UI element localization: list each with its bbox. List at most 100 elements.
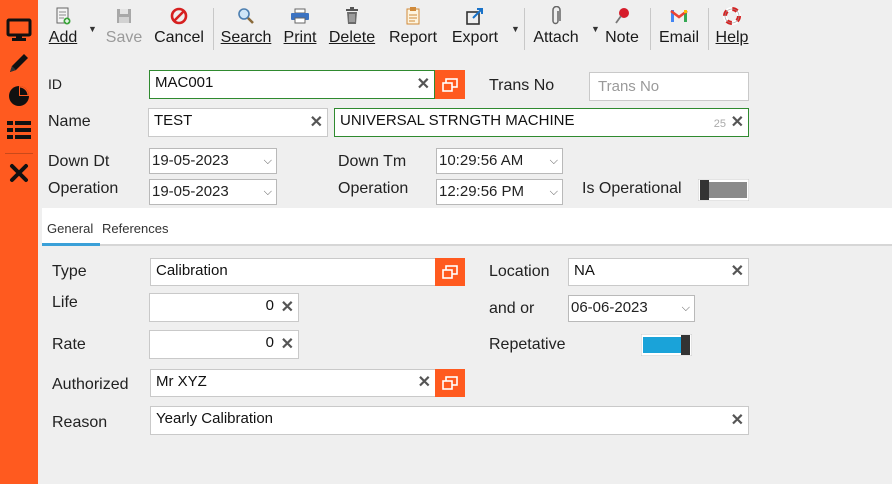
tab-baseline: [42, 244, 892, 246]
location-clear-icon[interactable]: ✕: [731, 264, 744, 280]
pie-chart-icon[interactable]: [5, 83, 33, 109]
note-button[interactable]: Note: [603, 6, 641, 50]
add-button[interactable]: Add: [48, 6, 78, 50]
life-field[interactable]: 0 ✕: [149, 293, 299, 322]
name-code-field[interactable]: TEST ✕: [148, 108, 328, 137]
note-label: Note: [605, 29, 639, 46]
reason-clear-icon[interactable]: ✕: [731, 412, 744, 429]
trash-icon: [327, 6, 377, 26]
gmail-icon: [656, 6, 702, 26]
attach-button[interactable]: Attach: [530, 6, 582, 50]
email-button[interactable]: Email: [656, 6, 702, 50]
email-label: Email: [658, 29, 699, 46]
attach-dropdown-arrow[interactable]: ▼: [591, 24, 600, 34]
name-desc-counter: 25: [713, 118, 726, 130]
authorized-value: Mr XYZ: [156, 373, 207, 390]
chevron-down-icon: ⌵: [263, 186, 272, 198]
id-field[interactable]: MAC001 ✕: [149, 70, 435, 99]
down-dt-label: Down Dt: [48, 153, 110, 170]
report-button[interactable]: Report: [386, 6, 440, 50]
search-button[interactable]: Search: [220, 6, 272, 50]
life-value: 0: [265, 297, 274, 314]
search-icon: [220, 6, 272, 26]
name-desc-field[interactable]: UNIVERSAL STRNGTH MACHINE 25 ✕: [334, 108, 749, 137]
lookup-windows-icon: [442, 376, 458, 390]
name-desc-value: UNIVERSAL STRNGTH MACHINE: [340, 112, 575, 129]
tab-general[interactable]: General: [47, 221, 93, 236]
name-code-clear-icon[interactable]: ✕: [310, 114, 323, 131]
chevron-down-icon: ⌵: [549, 186, 558, 198]
export-button[interactable]: Export: [448, 6, 502, 50]
export-icon: [448, 6, 502, 26]
add-dropdown-arrow[interactable]: ▼: [88, 24, 97, 34]
down-dt-picker[interactable]: 19-05-2023 ⌵: [149, 148, 277, 174]
rate-label: Rate: [52, 336, 86, 353]
type-lookup-button[interactable]: [435, 258, 465, 286]
attach-label: Attach: [533, 29, 579, 46]
delete-button[interactable]: Delete: [327, 6, 377, 50]
type-field[interactable]: Calibration: [150, 258, 436, 286]
help-button[interactable]: Help: [714, 6, 750, 50]
reason-label: Reason: [52, 414, 108, 431]
reason-field[interactable]: Yearly Calibration ✕: [150, 406, 749, 435]
rate-clear-icon[interactable]: ✕: [281, 336, 294, 353]
export-dropdown-arrow[interactable]: ▼: [511, 24, 520, 34]
tab-strip: General References: [42, 208, 892, 246]
toolbar-separator: [650, 8, 651, 50]
operation-tm-value: 12:29:56 PM: [439, 183, 525, 200]
and-or-date-picker[interactable]: 06-06-2023 ⌵: [568, 295, 695, 322]
authorized-lookup-button[interactable]: [435, 369, 465, 397]
name-desc-clear-icon[interactable]: ✕: [731, 114, 744, 131]
chevron-down-icon: ⌵: [681, 302, 690, 314]
lookup-windows-icon: [442, 265, 458, 279]
cancel-icon: [152, 6, 206, 26]
and-or-label: and or: [489, 300, 535, 317]
type-label: Type: [52, 263, 87, 280]
list-icon[interactable]: [5, 117, 33, 143]
printer-icon: [282, 6, 318, 26]
export-label: Export: [451, 29, 499, 46]
toolbar-separator: [524, 8, 525, 50]
sidebar-divider: [5, 153, 33, 154]
chevron-down-icon: ⌵: [263, 155, 272, 167]
close-icon[interactable]: [5, 160, 33, 186]
rate-field[interactable]: 0 ✕: [149, 330, 299, 359]
lookup-windows-icon: [442, 77, 458, 92]
reason-value: Yearly Calibration: [156, 410, 274, 427]
location-label: Location: [489, 263, 550, 280]
down-tm-picker[interactable]: 10:29:56 AM ⌵: [436, 148, 563, 174]
type-value: Calibration: [156, 262, 228, 279]
rate-value: 0: [265, 334, 274, 351]
tab-references[interactable]: References: [102, 221, 168, 236]
help-label: Help: [715, 29, 749, 46]
operation-label: Operation: [48, 180, 119, 197]
report-icon: [386, 6, 440, 26]
print-label: Print: [283, 29, 317, 46]
id-value: MAC001: [155, 74, 214, 91]
toolbar: Add ▼ Save Cancel Search Print Delete Re…: [42, 0, 892, 58]
id-clear-icon[interactable]: ✕: [417, 76, 430, 93]
save-label: Save: [105, 29, 143, 46]
pencil-icon[interactable]: [5, 50, 33, 76]
location-field[interactable]: NA ✕: [568, 258, 749, 286]
authorized-clear-icon[interactable]: ✕: [418, 375, 431, 391]
authorized-field[interactable]: Mr XYZ ✕: [150, 369, 436, 397]
pushpin-icon: [603, 6, 641, 26]
chevron-down-icon: ⌵: [549, 155, 558, 167]
life-label: Life: [52, 294, 78, 311]
save-button[interactable]: Save: [104, 6, 144, 50]
cancel-button[interactable]: Cancel: [152, 6, 206, 50]
id-lookup-button[interactable]: [435, 70, 465, 99]
print-button[interactable]: Print: [282, 6, 318, 50]
operation-dt-picker[interactable]: 19-05-2023 ⌵: [149, 179, 277, 205]
life-clear-icon[interactable]: ✕: [281, 299, 294, 316]
is-operational-toggle[interactable]: [697, 178, 750, 202]
operation-tm-picker[interactable]: 12:29:56 PM ⌵: [436, 179, 563, 205]
trans-no-field[interactable]: Trans No: [589, 72, 749, 101]
toolbar-separator: [708, 8, 709, 50]
search-label: Search: [220, 29, 272, 46]
operation-tm-label: Operation: [338, 180, 409, 197]
repetative-label: Repetative: [489, 336, 566, 353]
monitor-icon[interactable]: [5, 17, 33, 43]
repetative-toggle[interactable]: [640, 333, 693, 357]
